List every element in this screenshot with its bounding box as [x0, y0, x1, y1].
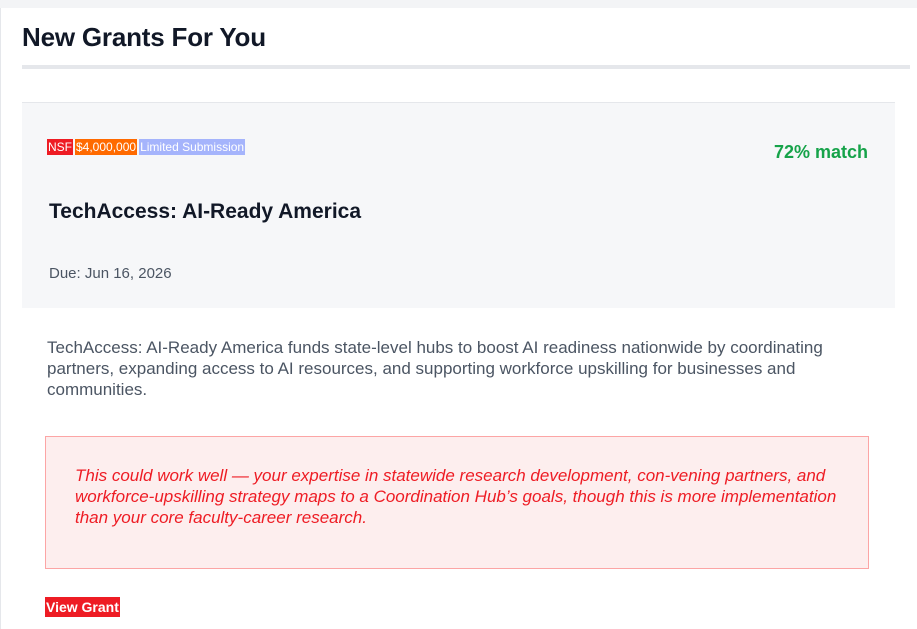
agency-badge: NSF	[47, 139, 73, 155]
section-heading: New Grants For You	[22, 22, 266, 52]
grant-description: TechAccess: AI-Ready America funds state…	[47, 338, 823, 399]
grant-badges: NSF $4,000,000 Limited Submission	[47, 139, 246, 155]
recommendation-box: This could work well — your expertise in…	[45, 436, 869, 569]
grant-title: TechAccess: AI-Ready America	[49, 200, 362, 223]
due-date: Due: Jun 16, 2026	[49, 265, 172, 282]
submission-type-badge: Limited Submission	[139, 139, 246, 155]
match-score: 72% match	[773, 142, 868, 162]
recommendation-text: This could work well — your expertise in…	[75, 466, 837, 527]
amount-badge: $4,000,000	[75, 139, 138, 155]
heading-divider	[22, 65, 910, 69]
grant-card-header: NSF $4,000,000 Limited Submission 72% ma…	[22, 102, 895, 308]
view-grant-button[interactable]: View Grant	[45, 597, 120, 617]
